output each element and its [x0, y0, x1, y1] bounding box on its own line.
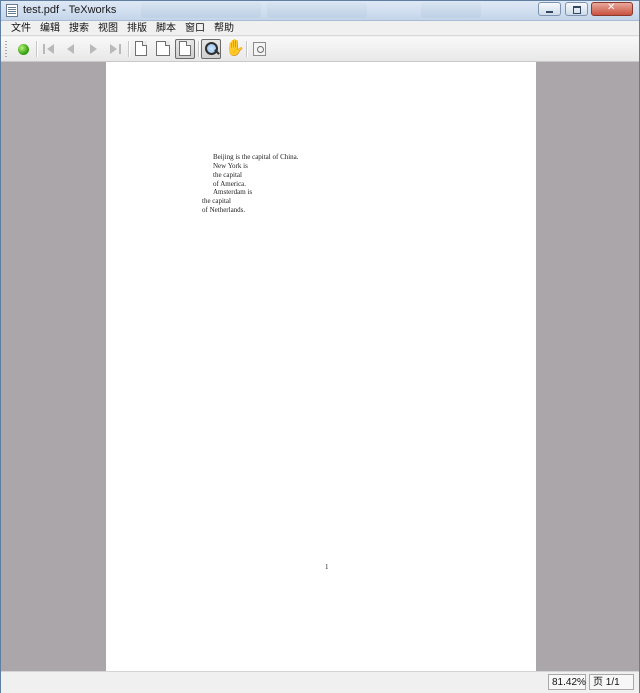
- document-line: New York is: [213, 162, 248, 170]
- find-icon: [253, 42, 266, 56]
- menu-search[interactable]: 搜索: [65, 21, 94, 35]
- maximize-button[interactable]: [565, 2, 588, 16]
- toolbar-separator: [198, 41, 200, 57]
- toolbar-grip[interactable]: [5, 41, 7, 57]
- menu-view[interactable]: 视图: [94, 21, 123, 35]
- menu-scripts[interactable]: 脚本: [152, 21, 181, 35]
- document-line: of America.: [213, 180, 247, 188]
- window-title: test.pdf - TeXworks: [23, 4, 117, 16]
- toolbar-separator: [128, 41, 130, 57]
- toolbar-separator: [246, 41, 248, 57]
- background-window-tab: [141, 2, 261, 18]
- fit-page-button[interactable]: [175, 39, 195, 59]
- document-line: Amsterdam is: [213, 188, 253, 196]
- hand-scroll-icon: ✋: [225, 40, 245, 57]
- app-window: test.pdf - TeXworks 文件 编辑 搜索 视图 排版 脚本 窗口…: [0, 0, 640, 693]
- typeset-button[interactable]: [13, 39, 33, 59]
- background-window-tab: [267, 2, 367, 18]
- pdf-viewer-area[interactable]: Beijing is the capital of China. New Yor…: [1, 62, 639, 671]
- last-page-button[interactable]: [105, 39, 125, 59]
- menu-edit[interactable]: 编辑: [36, 21, 65, 35]
- document-line: the capital: [202, 197, 231, 205]
- menu-help[interactable]: 帮助: [210, 21, 239, 35]
- document-icon: [6, 4, 18, 17]
- title-bar[interactable]: test.pdf - TeXworks: [1, 1, 639, 21]
- typeset-run-icon: [18, 44, 29, 55]
- toolbar-separator: [36, 41, 38, 57]
- toolbar: ✋: [1, 37, 639, 62]
- next-page-icon: [90, 44, 97, 54]
- previous-page-icon: [67, 44, 74, 54]
- document-line: of Netherlands.: [202, 206, 246, 214]
- scroll-tool-button[interactable]: ✋: [223, 39, 245, 59]
- zoom-level[interactable]: 81.42%: [548, 674, 586, 690]
- menu-bar: 文件 编辑 搜索 视图 排版 脚本 窗口 帮助: [1, 21, 639, 36]
- status-bar: 81.42% 页 1/1: [1, 671, 639, 693]
- first-page-button[interactable]: [39, 39, 59, 59]
- pdf-page[interactable]: Beijing is the capital of China. New Yor…: [106, 62, 536, 671]
- actual-size-icon: [135, 41, 147, 56]
- fit-width-icon: [156, 41, 170, 56]
- magnify-tool-button[interactable]: [201, 39, 221, 59]
- minimize-button[interactable]: [538, 2, 561, 16]
- document-line: the capital: [213, 171, 242, 179]
- actual-size-button[interactable]: [131, 39, 151, 59]
- find-button[interactable]: [250, 39, 270, 59]
- page-number-footer: 1: [325, 563, 329, 571]
- fit-page-icon: [179, 41, 191, 56]
- menu-typeset[interactable]: 排版: [123, 21, 152, 35]
- close-button[interactable]: [591, 2, 633, 16]
- fit-width-button[interactable]: [153, 39, 173, 59]
- page-indicator[interactable]: 页 1/1: [589, 674, 634, 690]
- menu-window[interactable]: 窗口: [181, 21, 210, 35]
- document-line: Beijing is the capital of China.: [213, 153, 299, 161]
- next-page-button[interactable]: [83, 39, 103, 59]
- menu-file[interactable]: 文件: [7, 21, 36, 35]
- background-window-tab: [421, 2, 481, 18]
- previous-page-button[interactable]: [61, 39, 81, 59]
